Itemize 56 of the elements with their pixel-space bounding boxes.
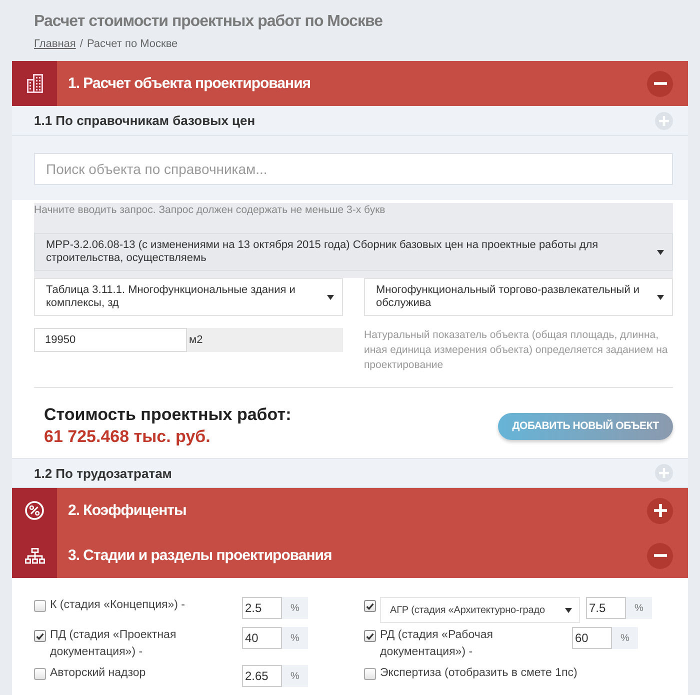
percent-icon xyxy=(12,488,57,533)
section-title: 3. Стадии и разделы проектирования xyxy=(68,547,333,564)
unit-addon: % xyxy=(282,597,308,619)
breadcrumb-separator: / xyxy=(80,37,83,51)
total-value: 61 725.468 тыс. руб. xyxy=(44,426,212,448)
table-dropdown[interactable]: Таблица 3.11.1. Многофункциональные здания и комплексы, зд xyxy=(34,278,343,316)
section-title: 1. Расчет объекта проектирования xyxy=(68,75,312,92)
checkbox[interactable] xyxy=(34,668,46,680)
stage-label: РД (стадия «Рабочая документация») - xyxy=(380,628,494,660)
checkbox[interactable] xyxy=(364,668,376,680)
percent-field[interactable]: 7.5 xyxy=(586,597,626,619)
checkbox[interactable] xyxy=(364,630,376,642)
reference-dropdown[interactable]: МРР-3.2.06.08-13 (с изменениями на 13 октября 2015 года) Сборник базовых цен на проектные работы для строительства, осуществляемь xyxy=(34,233,673,271)
checkmark-icon xyxy=(366,602,374,610)
subsection-title: 1.1 По справочникам базовых цен xyxy=(34,113,256,128)
checkbox[interactable] xyxy=(34,600,46,612)
total-label: Стоимость проектных работ: xyxy=(44,404,292,426)
stage-label: ПД (стадия «Проектная документация») - xyxy=(50,628,178,660)
stage-dropdown[interactable]: АГР (стадия «Архитектурно-градо xyxy=(380,597,580,623)
breadcrumb-current: Расчет по Москве xyxy=(86,37,178,51)
caret-icon xyxy=(657,294,664,300)
plus-icon xyxy=(659,468,669,478)
percent-field[interactable]: 2.65 xyxy=(242,665,282,687)
checkbox[interactable] xyxy=(34,630,46,642)
collapse-button[interactable] xyxy=(647,70,673,96)
stage-label: Авторский надзор xyxy=(50,666,147,681)
checkmark-icon xyxy=(36,632,44,640)
plus-icon xyxy=(654,504,666,517)
caret-icon xyxy=(565,608,572,612)
percent-field[interactable]: 40 xyxy=(242,627,282,649)
plus-icon xyxy=(659,116,669,126)
percent-field[interactable]: 2.5 xyxy=(242,597,282,619)
checkmark-icon xyxy=(366,632,374,640)
stage-label: К (стадия «Концепция») - xyxy=(50,598,186,613)
caret-icon xyxy=(327,294,334,300)
breadcrumb-link[interactable]: Главная xyxy=(34,37,76,51)
hint-text: Начните вводить запрос. Запрос должен содержать не меньше 3-х букв xyxy=(34,204,386,217)
search-field[interactable]: Поиск объекта по справочникам... xyxy=(34,153,673,185)
subsection-title: 1.2 По трудозатратам xyxy=(34,466,173,480)
checkbox[interactable] xyxy=(364,600,376,612)
unit-addon: % xyxy=(612,627,638,649)
quantity-note: Натуральный показатель объекта (общая площадь, длинна, иная единица измерения объекта) определяется заданием на проектирование xyxy=(364,328,669,373)
unit-addon: % xyxy=(282,665,308,687)
caret-icon xyxy=(657,250,664,254)
page-title: Расчет стоимости проектных работ по Москве xyxy=(34,12,384,32)
unit-addon: % xyxy=(282,627,308,649)
percent-field[interactable]: 60 xyxy=(572,627,612,649)
expand-button[interactable] xyxy=(647,498,673,524)
quantity-field[interactable]: 19950 xyxy=(34,328,187,352)
stage-label: Экспертиза (отобразить в смете 1пс) xyxy=(380,666,578,681)
unit-addon: % xyxy=(626,597,652,619)
object-dropdown[interactable]: Многофункциональный торгово-развлекательный и обслужива xyxy=(364,278,673,316)
section-title: 2. Коэффиценты xyxy=(68,502,188,519)
building-icon xyxy=(12,61,57,106)
collapse-button[interactable] xyxy=(647,542,673,568)
unit-addon: м2 xyxy=(187,328,343,352)
